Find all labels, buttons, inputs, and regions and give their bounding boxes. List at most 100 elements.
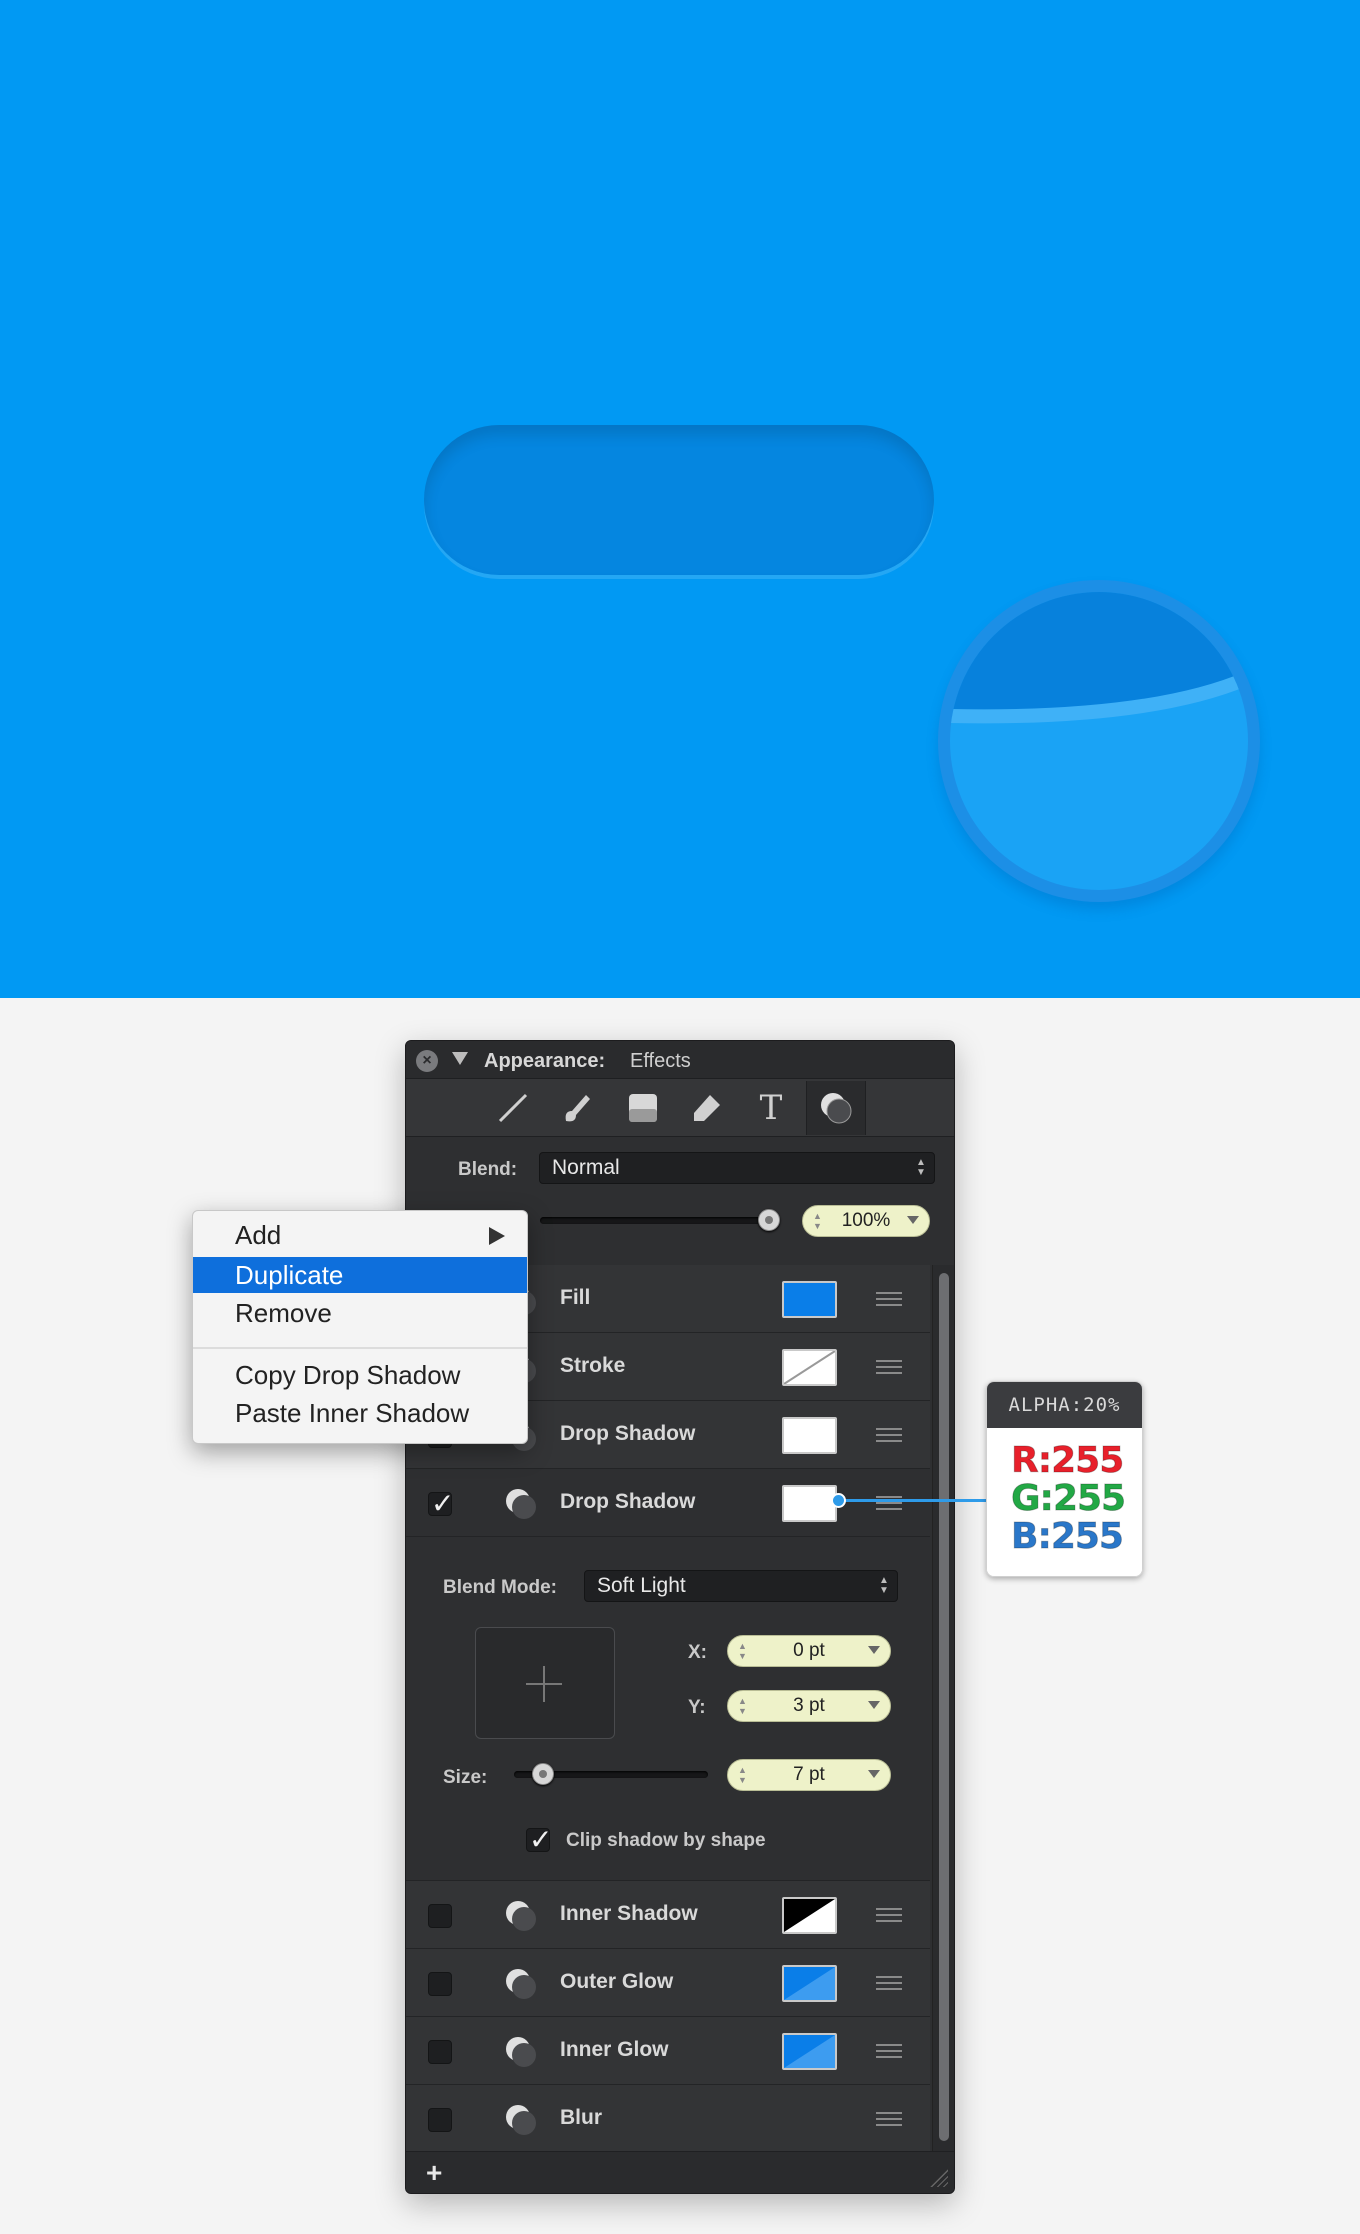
drag-handle-icon[interactable]	[876, 1292, 902, 1306]
size-label: Size:	[443, 1767, 488, 1788]
drag-handle-icon[interactable]	[876, 1428, 902, 1442]
clip-shadow-checkbox[interactable]	[526, 1823, 552, 1856]
inner-shadow-color-swatch[interactable]	[782, 1897, 837, 1934]
shadow-offset-preview[interactable]	[475, 1627, 615, 1739]
effect-name: Inner Glow	[560, 2038, 669, 2061]
effect-name: Inner Shadow	[560, 1902, 698, 1925]
effect-checkbox[interactable]	[428, 2108, 452, 2132]
effect-checkbox[interactable]	[428, 2040, 452, 2064]
blend-select[interactable]: Normal ▲ ▼	[539, 1152, 935, 1184]
select-arrows-icon: ▲ ▼	[879, 1575, 889, 1596]
blend-mode-label: Blend Mode:	[443, 1577, 557, 1598]
menu-item-duplicate[interactable]: Duplicate	[193, 1257, 527, 1293]
dropdown-caret-icon	[868, 1701, 880, 1709]
menu-item-label: Copy Drop Shadow	[235, 1360, 461, 1390]
effect-row-drop-shadow-selected[interactable]: Drop Shadow	[406, 1469, 930, 1537]
effect-row-inner-shadow[interactable]: Inner Shadow	[406, 1881, 930, 1949]
drag-handle-icon[interactable]	[876, 2112, 902, 2126]
size-stepper[interactable]: ▲ ▼ 7 pt	[727, 1759, 891, 1791]
blend-label: Blend:	[458, 1159, 518, 1180]
menu-separator	[193, 1347, 527, 1349]
fill-color-swatch[interactable]	[782, 1281, 837, 1318]
vertical-scrollbar[interactable]	[932, 1265, 954, 2151]
effect-checkbox[interactable]	[428, 1487, 454, 1520]
menu-item-label: Remove	[235, 1298, 332, 1328]
opacity-slider-thumb[interactable]	[758, 1209, 780, 1231]
effect-name: Fill	[560, 1286, 591, 1309]
effect-row-outer-glow[interactable]: Outer Glow	[406, 1949, 930, 2017]
effect-icon	[506, 1489, 536, 1519]
eraser-tool-icon[interactable]	[688, 1089, 726, 1127]
stepper-arrows-icon: ▲ ▼	[738, 1641, 747, 1661]
outer-glow-color-swatch[interactable]	[782, 1965, 837, 2002]
effect-name: Stroke	[560, 1354, 626, 1377]
shadow-color-swatch[interactable]	[782, 1417, 837, 1454]
panel-footer: +	[406, 2151, 954, 2193]
effect-row-blur[interactable]: Blur	[406, 2085, 930, 2153]
close-icon[interactable]: ×	[416, 1050, 438, 1072]
stepper-arrows-icon: ▲ ▼	[738, 1696, 747, 1716]
effect-name: Drop Shadow	[560, 1490, 696, 1513]
menu-item-remove[interactable]: Remove	[193, 1295, 527, 1331]
dropdown-caret-icon	[868, 1646, 880, 1654]
effect-icon	[506, 1969, 536, 1999]
stepper-arrows-icon: ▲ ▼	[813, 1211, 822, 1231]
tool-bar: T	[406, 1079, 954, 1137]
line-tool-icon[interactable]	[494, 1089, 532, 1127]
drag-handle-icon[interactable]	[876, 1360, 902, 1374]
menu-item-add[interactable]: Add	[193, 1217, 527, 1253]
disclosure-triangle-icon[interactable]	[452, 1052, 468, 1065]
effect-name: Outer Glow	[560, 1970, 674, 1993]
pill-shape[interactable]	[424, 425, 934, 575]
alpha-label: ALPHA:20%	[987, 1382, 1142, 1428]
drag-handle-icon[interactable]	[876, 1976, 902, 1990]
brush-tool-icon[interactable]	[558, 1089, 596, 1127]
opacity-value: 100%	[841, 1210, 891, 1231]
knob-inner	[950, 592, 1248, 890]
menu-item-label: Duplicate	[235, 1260, 344, 1290]
panel-title: Appearance:	[484, 1050, 606, 1072]
opacity-stepper[interactable]: ▲ ▼ 100%	[802, 1205, 930, 1237]
drop-shadow-details: Blend Mode: Soft Light ▲ ▼ X: ▲ ▼ 0 pt Y: …	[406, 1537, 930, 1881]
y-label: Y:	[688, 1697, 706, 1718]
x-stepper[interactable]: ▲ ▼ 0 pt	[727, 1635, 891, 1667]
stroke-color-swatch[interactable]	[782, 1349, 837, 1386]
effect-checkbox[interactable]	[428, 1904, 452, 1928]
panel-titlebar: × Appearance: Effects	[406, 1041, 954, 1079]
drag-handle-icon[interactable]	[876, 1908, 902, 1922]
blend-mode-value: Soft Light	[597, 1574, 686, 1597]
rgb-values: R:255 G:255 B:255	[987, 1428, 1142, 1576]
opacity-slider-track[interactable]	[540, 1217, 766, 1224]
callout-connector	[840, 1499, 988, 1502]
effect-icon	[506, 1901, 536, 1931]
effect-name: Blur	[560, 2106, 602, 2129]
context-menu: Add Duplicate Remove Copy Drop Shadow Pa…	[192, 1210, 528, 1444]
scrollbar-thumb[interactable]	[939, 1273, 949, 2141]
menu-item-copy-drop-shadow[interactable]: Copy Drop Shadow	[193, 1357, 527, 1393]
effect-row-inner-glow[interactable]: Inner Glow	[406, 2017, 930, 2085]
blend-mode-select[interactable]: Soft Light ▲ ▼	[584, 1570, 898, 1602]
y-stepper[interactable]: ▲ ▼ 3 pt	[727, 1690, 891, 1722]
effect-icon	[506, 2105, 536, 2135]
effect-checkbox[interactable]	[428, 1972, 452, 1996]
shadow-color-swatch[interactable]	[782, 1485, 837, 1522]
panel-subtitle: Effects	[630, 1050, 691, 1072]
color-callout: ALPHA:20% R:255 G:255 B:255	[986, 1381, 1143, 1577]
dropdown-caret-icon	[907, 1216, 919, 1224]
design-canvas[interactable]	[0, 0, 1360, 998]
add-effect-button[interactable]: +	[426, 2157, 442, 2189]
submenu-arrow-icon	[489, 1227, 505, 1245]
resize-grip-icon[interactable]	[926, 2165, 948, 2187]
effect-icon	[506, 2037, 536, 2067]
text-tool-icon[interactable]: T	[752, 1088, 790, 1128]
effects-tool-icon[interactable]	[806, 1081, 866, 1135]
menu-item-paste-inner-shadow[interactable]: Paste Inner Shadow	[193, 1395, 527, 1431]
select-arrows-icon: ▲ ▼	[916, 1157, 926, 1178]
round-knob-shape[interactable]	[938, 580, 1260, 902]
fill-tool-icon[interactable]	[624, 1089, 662, 1127]
drag-handle-icon[interactable]	[876, 2044, 902, 2058]
dropdown-caret-icon	[868, 1770, 880, 1778]
inner-glow-color-swatch[interactable]	[782, 2033, 837, 2070]
size-slider-thumb[interactable]	[532, 1763, 554, 1785]
menu-item-label: Paste Inner Shadow	[235, 1398, 470, 1428]
